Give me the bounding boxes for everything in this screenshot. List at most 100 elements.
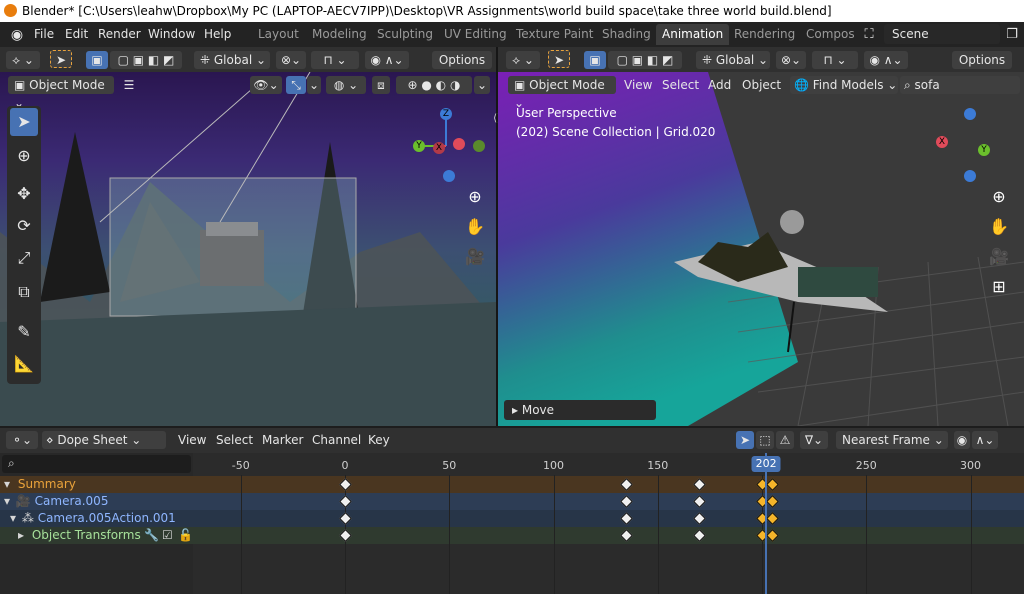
gizmo-toggle-icon[interactable]: ⤡ xyxy=(286,76,306,94)
xray-toggle-icon[interactable]: ⧈ xyxy=(372,76,390,94)
model-search-input[interactable]: ⌕ sofa xyxy=(900,76,1020,94)
tool-scale-icon[interactable]: ⤢ xyxy=(10,244,38,272)
select-mode-group[interactable]: ▢ ▣ ◧ ◩ xyxy=(110,51,182,69)
wrench-icon[interactable]: 🔧 xyxy=(144,527,159,544)
channel-object-transforms[interactable]: ▸ Object Transforms 🔧 ☑ 🔓 xyxy=(0,527,193,544)
right-3d-viewport[interactable]: ▣ Object Mode ⌄ View Select Add Object 🌐… xyxy=(498,72,1024,426)
ds-menu-key[interactable]: Key xyxy=(368,431,390,449)
dope-sheet-keyframe-area[interactable]: -50 0 50 100 150 250 300 202 xyxy=(193,453,1024,594)
gizmo-z-axis[interactable]: Z xyxy=(440,108,452,120)
scene-name-field[interactable]: Scene xyxy=(884,24,1000,44)
menu-file[interactable]: File xyxy=(34,22,54,47)
gizmo-neg-x-dot[interactable] xyxy=(453,138,465,150)
select-mode-group-right[interactable]: ▢ ▣ ◧ ◩ xyxy=(608,51,682,69)
transform-orientation-dropdown[interactable]: ⁜ Global ⌄ xyxy=(194,51,270,69)
shading-dropdown-icon[interactable]: ⌄ xyxy=(474,76,490,94)
left-3d-viewport[interactable]: ▣ Object Mode ⌄ ☰ 👁⌄ ⤡ ⌄ ◍ ⌄ ⧈ ⊕ ● ◐ ◑ ⌄… xyxy=(0,72,496,426)
menu-add[interactable]: Add xyxy=(708,76,731,94)
find-models-dropdown[interactable]: 🌐 Find Models ⌄ xyxy=(790,76,898,94)
ds-menu-select[interactable]: Select xyxy=(216,431,253,449)
dope-sheet-mode-dropdown[interactable]: ⋄ Dope Sheet ⌄ xyxy=(42,431,166,449)
gizmo-y-axis-right[interactable]: Y xyxy=(978,144,990,156)
overlay-toggle-icon[interactable]: ◍ ⌄ xyxy=(326,76,366,94)
options-dropdown-right[interactable]: Options ⌄ xyxy=(952,51,1012,85)
menu-render[interactable]: Render xyxy=(98,22,141,47)
tab-animation[interactable]: Animation xyxy=(656,24,730,45)
lock-icon[interactable]: 🔓 xyxy=(178,527,193,544)
hamburger-menu-icon[interactable]: ☰ xyxy=(120,76,138,94)
proportional-falloff-ds[interactable]: ∧⌄ xyxy=(972,431,998,449)
pan-hand-icon[interactable]: ✋ xyxy=(462,214,488,240)
only-selected-icon[interactable]: ➤ xyxy=(736,431,754,449)
tool-rotate-icon[interactable]: ⟳ xyxy=(10,212,38,240)
tab-layout[interactable]: Layout xyxy=(252,24,305,45)
ds-menu-view[interactable]: View xyxy=(178,431,206,449)
transform-orientation-dropdown-right[interactable]: ⁜ Global ⌄ xyxy=(696,51,770,69)
tab-modeling[interactable]: Modeling xyxy=(306,24,373,45)
menu-edit[interactable]: Edit xyxy=(65,22,88,47)
channel-camera[interactable]: ▾ 🎥 Camera.005 xyxy=(0,493,193,510)
editor-type-icon[interactable]: ⚬⌄ xyxy=(6,431,38,449)
channel-action[interactable]: ▾ ⁂ Camera.005Action.001 xyxy=(0,510,193,527)
menu-window[interactable]: Window xyxy=(148,22,195,47)
tool-measure-icon[interactable]: 📐 xyxy=(10,350,38,378)
tab-compositing[interactable]: Compos xyxy=(800,24,861,45)
pivot-point-dropdown-right[interactable]: ⊗⌄ xyxy=(776,51,806,69)
snap-toggle-right[interactable]: ⊓ ⌄ xyxy=(812,51,858,69)
proportional-edit-toggle[interactable]: ◉ ∧⌄ xyxy=(365,51,409,69)
proportional-toggle-ds[interactable]: ◉ xyxy=(954,431,970,449)
gizmo-y-axis[interactable]: Y xyxy=(413,140,425,152)
options-dropdown[interactable]: Options ⌄ xyxy=(432,51,492,85)
transform-pivot-button-right[interactable]: ⟡ ⌄ xyxy=(506,51,540,69)
tab-sculpting[interactable]: Sculpting xyxy=(371,24,439,45)
pan-hand-icon-right[interactable]: ✋ xyxy=(986,214,1012,240)
proportional-edit-toggle-right[interactable]: ◉ ∧⌄ xyxy=(864,51,908,69)
playhead-line[interactable] xyxy=(765,453,768,594)
checkbox-icon[interactable]: ☑ xyxy=(162,527,173,544)
gizmo-x-axis[interactable]: X xyxy=(433,142,445,154)
zoom-icon-right[interactable]: ⊕ xyxy=(986,184,1012,210)
warning-filter-icon[interactable]: ⚠ xyxy=(776,431,794,449)
menu-select[interactable]: Select xyxy=(662,76,699,94)
transform-pivot-button[interactable]: ⟡ ⌄ xyxy=(6,51,40,69)
ds-menu-channel[interactable]: Channel xyxy=(312,431,361,449)
camera-view-icon-right[interactable]: 🎥 xyxy=(986,244,1012,270)
gizmo-dropdown-icon[interactable]: ⌄ xyxy=(307,76,321,94)
gizmo-x-axis-right[interactable]: X xyxy=(936,136,948,148)
channel-summary[interactable]: ▾ Summary xyxy=(0,476,193,493)
ds-menu-marker[interactable]: Marker xyxy=(262,431,303,449)
zoom-icon[interactable]: ⊕ xyxy=(462,184,488,210)
new-scene-icon[interactable]: ❐ xyxy=(1003,26,1021,44)
blender-menu-icon[interactable]: ◉ xyxy=(8,26,26,44)
frame-ruler[interactable] xyxy=(193,453,1024,475)
tab-texture-paint[interactable]: Texture Paint xyxy=(510,24,599,45)
tab-shading[interactable]: Shading xyxy=(596,24,657,45)
tool-move-icon[interactable]: ✥ xyxy=(10,180,38,208)
gizmo-neg-z-dot[interactable] xyxy=(443,170,455,182)
shading-mode-group[interactable]: ⊕ ● ◐ ◑ xyxy=(396,76,472,94)
channel-search-input[interactable]: ⌕ xyxy=(2,455,191,473)
gizmo-z-axis-right[interactable] xyxy=(964,108,976,120)
pivot-point-dropdown[interactable]: ⊗⌄ xyxy=(276,51,306,69)
tool-select-icon[interactable]: ➤ xyxy=(10,108,38,136)
select-box-mode-icon-right[interactable]: ▣ xyxy=(584,51,606,69)
select-tool-icon[interactable]: ➤ xyxy=(50,50,72,68)
camera-view-icon[interactable]: 🎥 xyxy=(462,244,488,270)
gizmo-neg-y-dot[interactable] xyxy=(473,140,485,152)
gizmo-neg-z-dot-right[interactable] xyxy=(964,170,976,182)
snap-toggle[interactable]: ⊓ ⌄ xyxy=(311,51,359,69)
menu-view[interactable]: View xyxy=(624,76,652,94)
select-box-mode-icon[interactable]: ▣ xyxy=(86,51,108,69)
tool-cursor-icon[interactable]: ⊕ xyxy=(10,142,38,170)
menu-object[interactable]: Object xyxy=(742,76,781,94)
snap-mode-dropdown[interactable]: Nearest Frame ⌄ xyxy=(836,431,948,449)
menu-help[interactable]: Help xyxy=(204,22,231,47)
mode-dropdown-left[interactable]: ▣ Object Mode ⌄ xyxy=(8,76,114,110)
current-frame-indicator[interactable]: 202 xyxy=(751,456,781,472)
visibility-dropdown-icon[interactable]: 👁⌄ xyxy=(250,76,282,94)
scene-selector-icon[interactable]: ⛶ xyxy=(858,26,880,44)
tab-uv-editing[interactable]: UV Editing xyxy=(438,24,513,45)
filter-icon[interactable]: ∇⌄ xyxy=(800,431,828,449)
tab-rendering[interactable]: Rendering xyxy=(728,24,801,45)
ortho-grid-icon[interactable]: ⊞ xyxy=(986,274,1012,300)
